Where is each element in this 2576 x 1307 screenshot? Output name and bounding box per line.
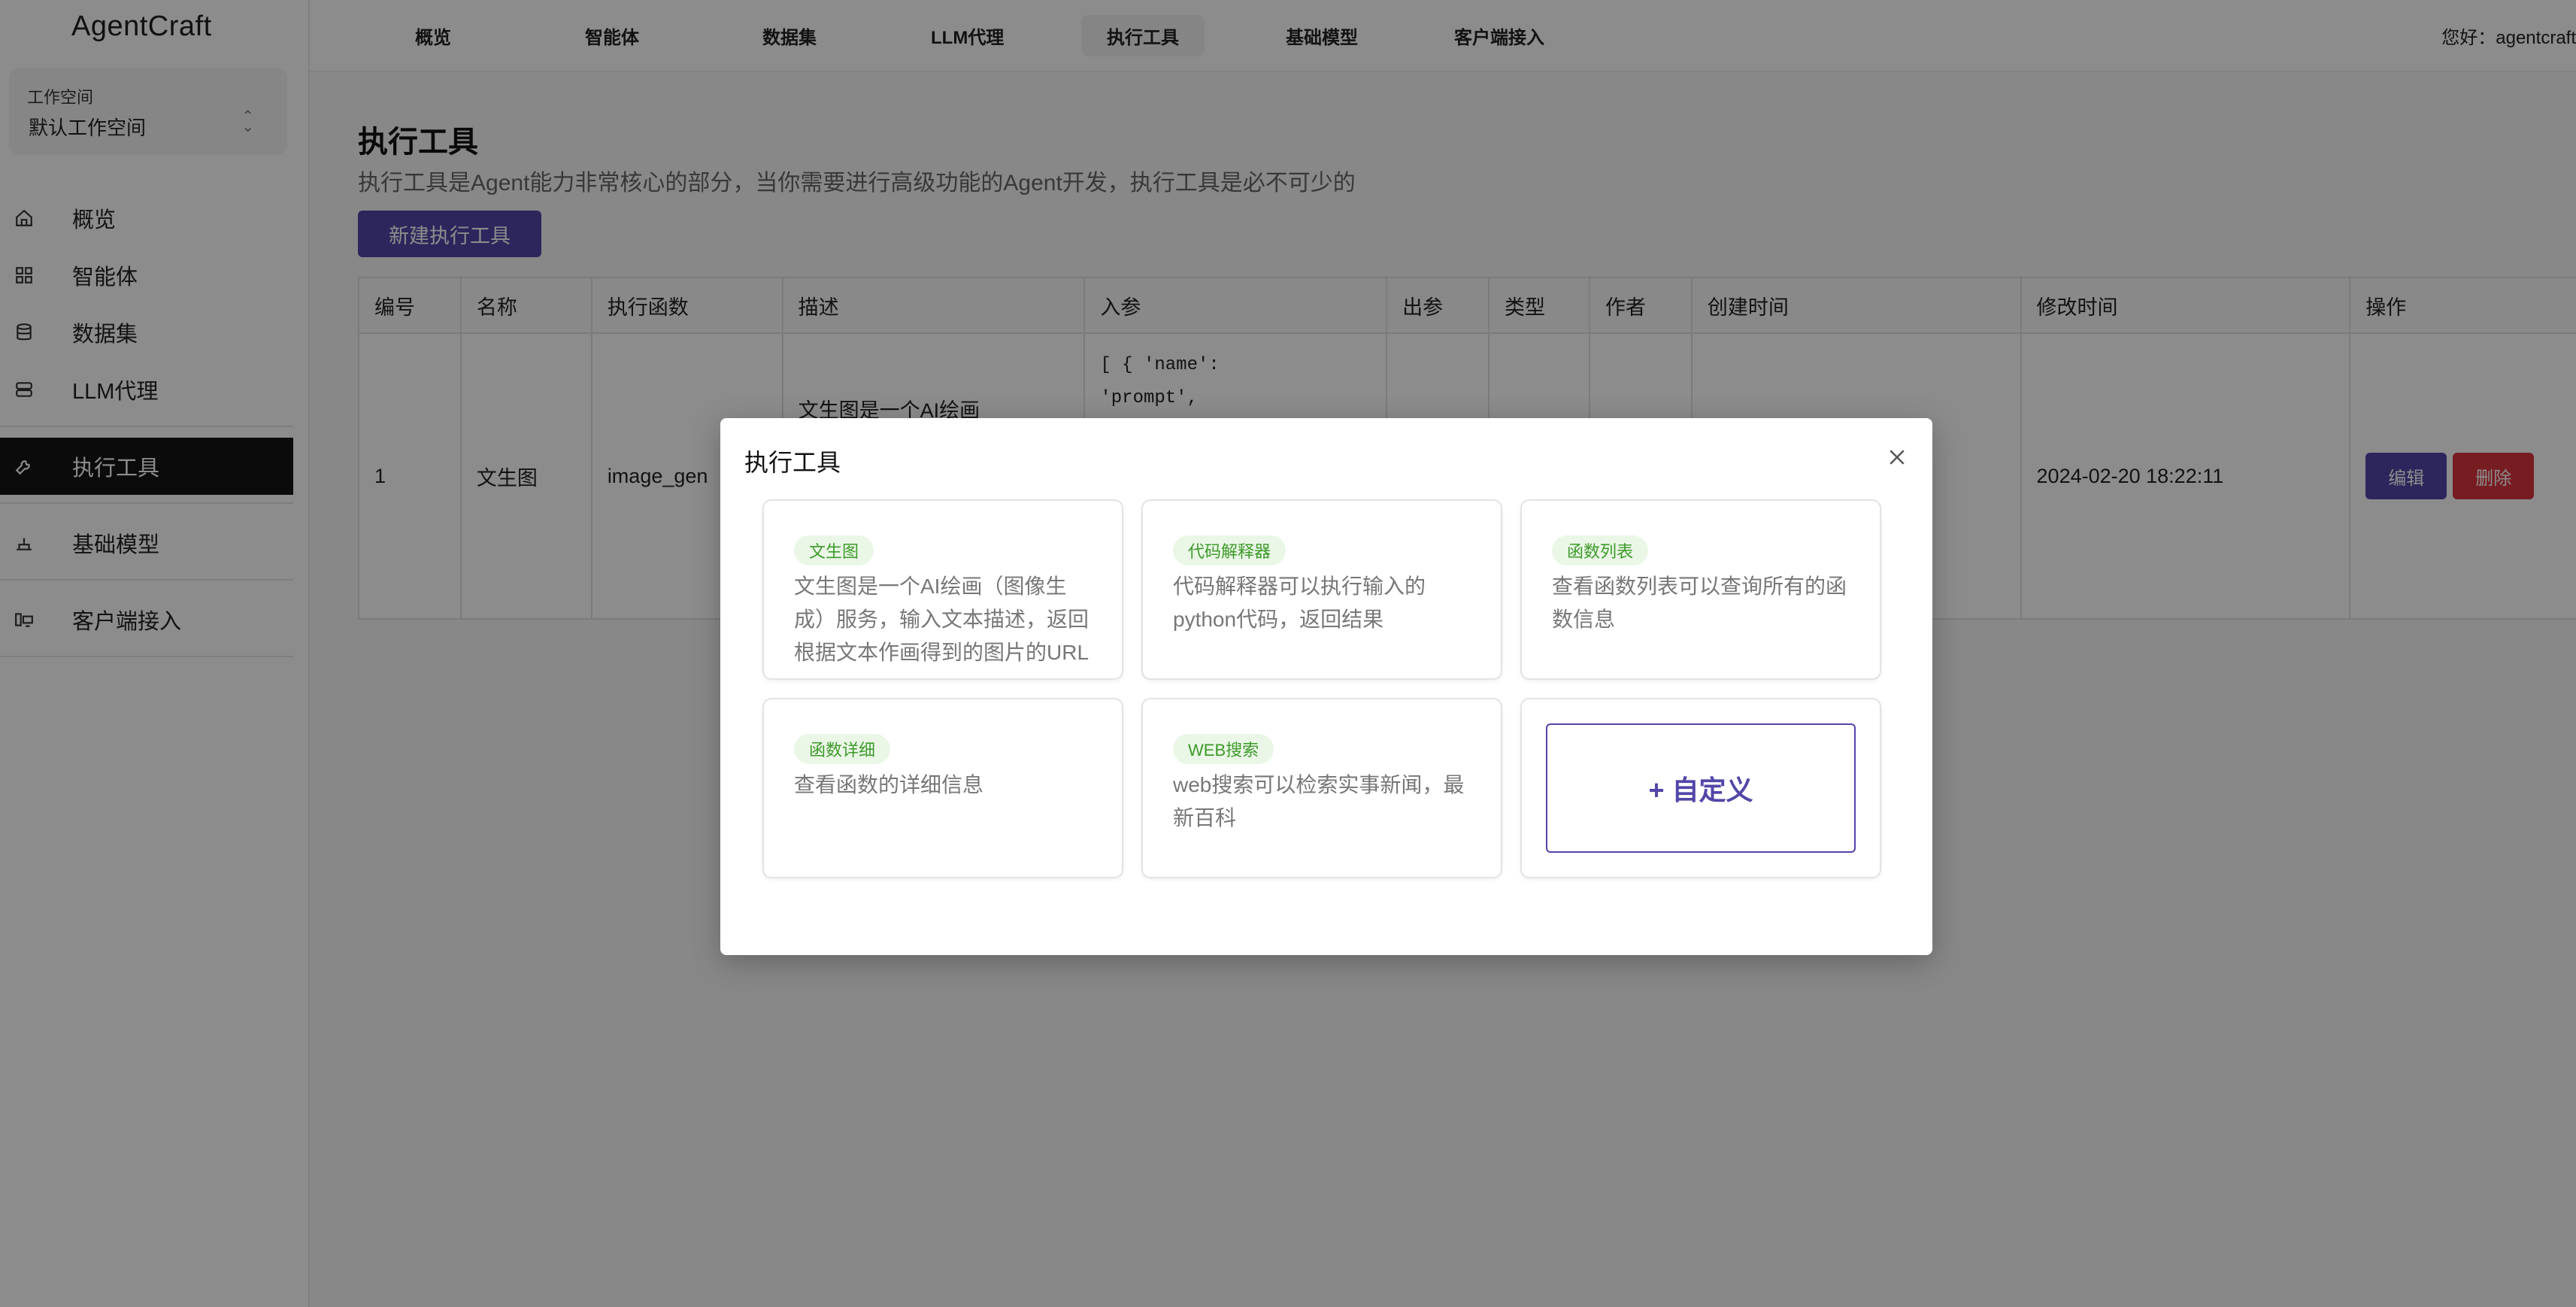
tool-tag: 代码解释器 — [1173, 535, 1286, 566]
modal-title: 执行工具 — [744, 449, 841, 476]
tool-tag: 函数详细 — [794, 734, 891, 764]
tool-tag: 文生图 — [794, 535, 874, 566]
tool-card-code-interpreter[interactable]: 代码解释器 代码解释器可以执行输入的python代码，返回结果 — [1141, 499, 1502, 680]
close-icon — [1890, 449, 1905, 465]
tool-description: web搜索可以检索实事新闻，最新百科 — [1173, 773, 1465, 829]
tool-tag: 函数列表 — [1552, 535, 1649, 566]
tool-card-web-search[interactable]: WEB搜索 web搜索可以检索实事新闻，最新百科 — [1141, 698, 1502, 878]
tool-picker-modal: 执行工具 文生图 文生图是一个AI绘画（图像生成）服务，输入文本描述，返回根据文… — [720, 418, 1932, 955]
custom-tool-button[interactable]: + 自定义 — [1546, 723, 1856, 853]
tool-card-function-detail[interactable]: 函数详细 查看函数的详细信息 — [762, 698, 1123, 878]
tool-tag: WEB搜索 — [1173, 734, 1274, 764]
tool-card-text2image[interactable]: 文生图 文生图是一个AI绘画（图像生成）服务，输入文本描述，返回根据文本作画得到… — [762, 499, 1123, 680]
tool-card-custom: + 自定义 — [1520, 698, 1881, 878]
tool-description: 查看函数列表可以查询所有的函数信息 — [1552, 575, 1847, 631]
tool-description: 代码解释器可以执行输入的python代码，返回结果 — [1173, 575, 1426, 631]
tool-card-function-list[interactable]: 函数列表 查看函数列表可以查询所有的函数信息 — [1520, 499, 1881, 680]
tool-description: 文生图是一个AI绘画（图像生成）服务，输入文本描述，返回根据文本作画得到的图片的… — [794, 575, 1089, 664]
app-root: AgentCraft 工作空间 默认工作空间 ⌃ ⌄ 概览 智能体 数据集 LL… — [0, 0, 2576, 1307]
tool-description: 查看函数的详细信息 — [794, 773, 984, 796]
close-button[interactable] — [1884, 445, 1910, 471]
